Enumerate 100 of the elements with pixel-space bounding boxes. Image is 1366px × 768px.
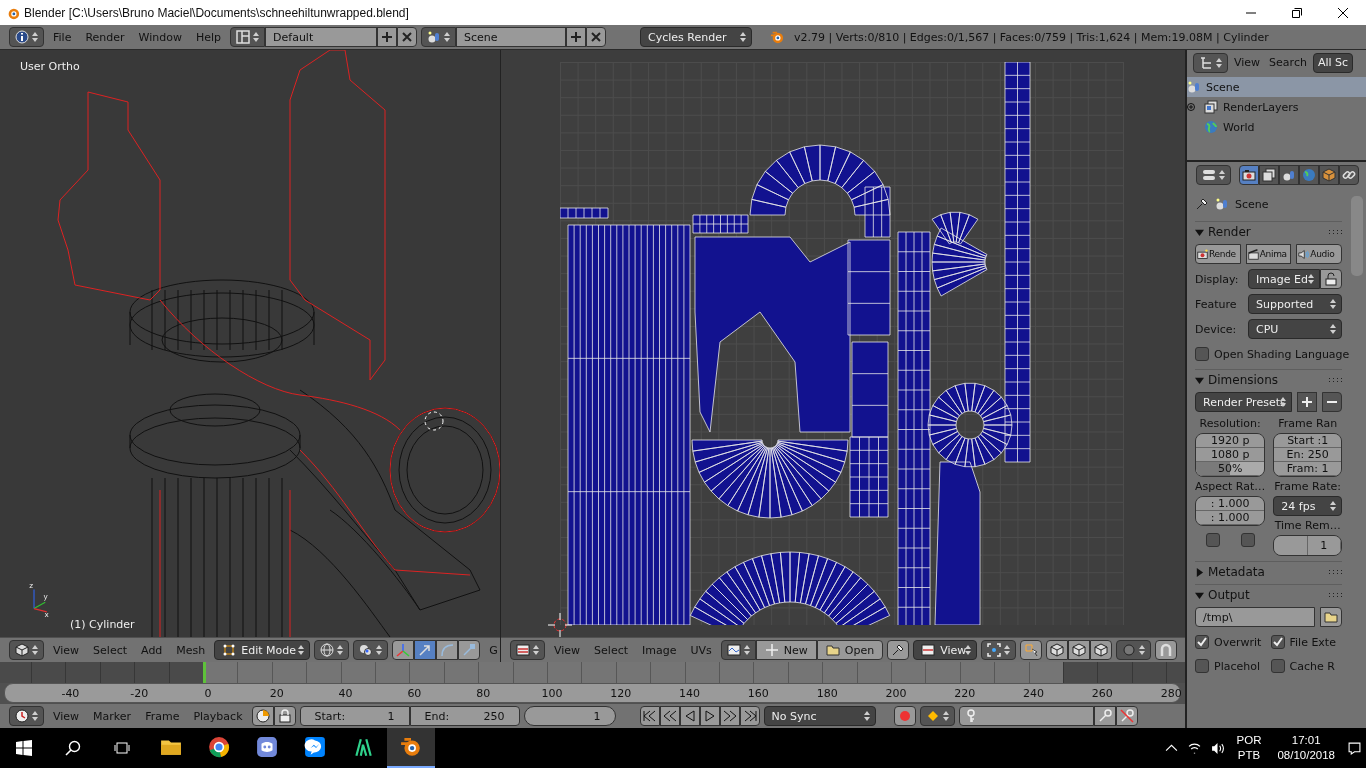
close-icon[interactable] [397,27,418,47]
frame-start-field[interactable]: Start :1 [1274,434,1341,448]
menu-item[interactable]: Render [80,30,130,44]
lock-button[interactable] [273,706,296,726]
menu-item[interactable]: View [1231,56,1264,69]
checkbox[interactable] [1240,533,1255,547]
menu-item[interactable]: File [48,30,77,44]
disclosure-triangle-icon[interactable] [1195,567,1204,577]
open-image-button[interactable]: Open [816,640,884,660]
input-language-indicator[interactable]: POR PTB [1236,733,1262,763]
properties-tab[interactable] [1239,165,1259,185]
menu-item[interactable]: Help [190,30,227,44]
aspect-y-field[interactable]: : 1.000 [1196,511,1265,525]
panel-title[interactable]: Output [1208,588,1324,602]
resolution-x-field[interactable]: 1920 p [1196,434,1265,448]
speaker-icon[interactable] [1210,741,1224,755]
render-action-button[interactable]: Rende [1195,244,1241,264]
search-icon[interactable] [65,740,81,756]
end-frame-field[interactable]: End: 250 [409,706,520,726]
display-mode-dropdown[interactable]: All Sc [1312,52,1354,73]
proportional-dropdown[interactable] [1116,640,1152,660]
task-view-icon[interactable] [114,740,130,756]
drag-grip-icon[interactable] [1328,229,1342,235]
preview-range-button[interactable] [251,706,274,726]
timeline-track[interactable] [0,662,1185,683]
close-icon[interactable] [1338,7,1348,18]
manipulator-button[interactable] [436,640,459,660]
frame-rate-dropdown[interactable]: 24 fps [1273,496,1342,516]
delete-keyframe-button[interactable] [1115,706,1138,726]
disclosure-triangle-icon[interactable] [1195,227,1204,237]
time-remap-new-field[interactable]: 1 [1307,536,1341,555]
checkbox[interactable] [1205,533,1220,547]
keying-dropdown[interactable] [919,706,955,726]
manipulator-button[interactable] [458,640,481,660]
editor-type-button[interactable] [9,706,44,726]
checkbox[interactable] [1195,347,1209,361]
render-action-button[interactable]: Anima [1245,244,1292,264]
pin-icon[interactable] [1195,197,1209,211]
menu-item[interactable]: View [549,643,586,657]
disclosure-triangle-icon[interactable] [1195,375,1204,385]
panel-title[interactable]: Render [1208,225,1324,239]
record-button[interactable] [893,706,916,726]
outliner-item[interactable]: World [1187,117,1366,137]
menu-item[interactable]: Add [136,643,168,657]
menu-item[interactable]: Frame [140,709,185,723]
properties-tab[interactable] [1339,165,1359,185]
resolution-percent-slider[interactable]: 50% [1196,462,1265,476]
drag-grip-icon[interactable] [1328,569,1342,575]
maximize-icon[interactable] [1292,7,1302,18]
insert-keyframe-button[interactable] [1093,706,1116,726]
output-path-field[interactable]: /tmp\ [1195,607,1315,627]
checkbox[interactable] [1270,659,1285,673]
menu-item[interactable]: Select [589,643,634,657]
clock[interactable]: 17:01 08/10/2018 [1277,733,1335,763]
menu-item[interactable]: View [48,709,85,723]
new-image-button[interactable]: New [755,640,817,660]
render-engine-dropdown[interactable]: Cycles Render [640,27,753,47]
uv-editor-canvas[interactable] [501,50,1185,637]
playback-button[interactable] [739,706,760,726]
pin-button[interactable] [887,640,910,660]
properties-tab[interactable] [1299,165,1319,185]
display-dropdown[interactable]: Image Ed [1248,269,1320,289]
snap-button[interactable] [1155,640,1178,660]
checkbox[interactable] [1195,635,1209,649]
device-dropdown[interactable]: CPU [1248,319,1342,339]
select-mode-button[interactable] [1046,640,1069,660]
expand-plus-icon[interactable] [1187,103,1195,111]
view-dropdown[interactable]: View [913,640,978,660]
properties-tab[interactable] [1279,165,1299,185]
panel-title[interactable]: Dimensions [1208,373,1324,387]
disclosure-triangle-icon[interactable] [1195,590,1204,600]
playback-button[interactable] [699,706,720,726]
menu-item[interactable]: Image [637,643,682,657]
outliner-item[interactable]: Scene [1187,77,1366,97]
browse-folder-button[interactable] [1320,607,1342,627]
feature-set-dropdown[interactable]: Supported [1248,294,1342,314]
menu-item[interactable]: Select [88,643,133,657]
image-browse-button[interactable] [720,640,756,660]
editor-type-button[interactable] [1193,52,1228,73]
resolution-y-field[interactable]: 1080 p [1196,448,1265,462]
lock-interface-button[interactable] [1320,269,1342,289]
checkbox[interactable] [1270,635,1285,649]
panel-title[interactable]: Metadata [1208,565,1324,579]
sync-mode-dropdown[interactable]: No Sync [763,706,876,726]
start-frame-field[interactable]: Start: 1 [299,706,410,726]
select-mode-button[interactable] [1068,640,1091,660]
add-icon[interactable] [1297,392,1317,412]
properties-tab[interactable] [1259,165,1279,185]
keying-set-field[interactable] [958,706,1094,726]
pivot-dropdown[interactable] [981,640,1017,660]
pivot-dropdown[interactable] [353,640,389,660]
scene-browse-button[interactable] [421,27,457,47]
editor-type-button[interactable] [1196,165,1231,185]
frame-end-field[interactable]: En: 250 [1274,448,1341,462]
sticky-selection-button[interactable] [1020,640,1043,660]
notifications-icon[interactable] [1348,741,1361,755]
editor-type-button[interactable] [9,27,44,47]
select-mode-button[interactable] [1090,640,1113,660]
add-icon[interactable] [566,27,587,47]
windows-logo-icon[interactable] [16,740,32,756]
